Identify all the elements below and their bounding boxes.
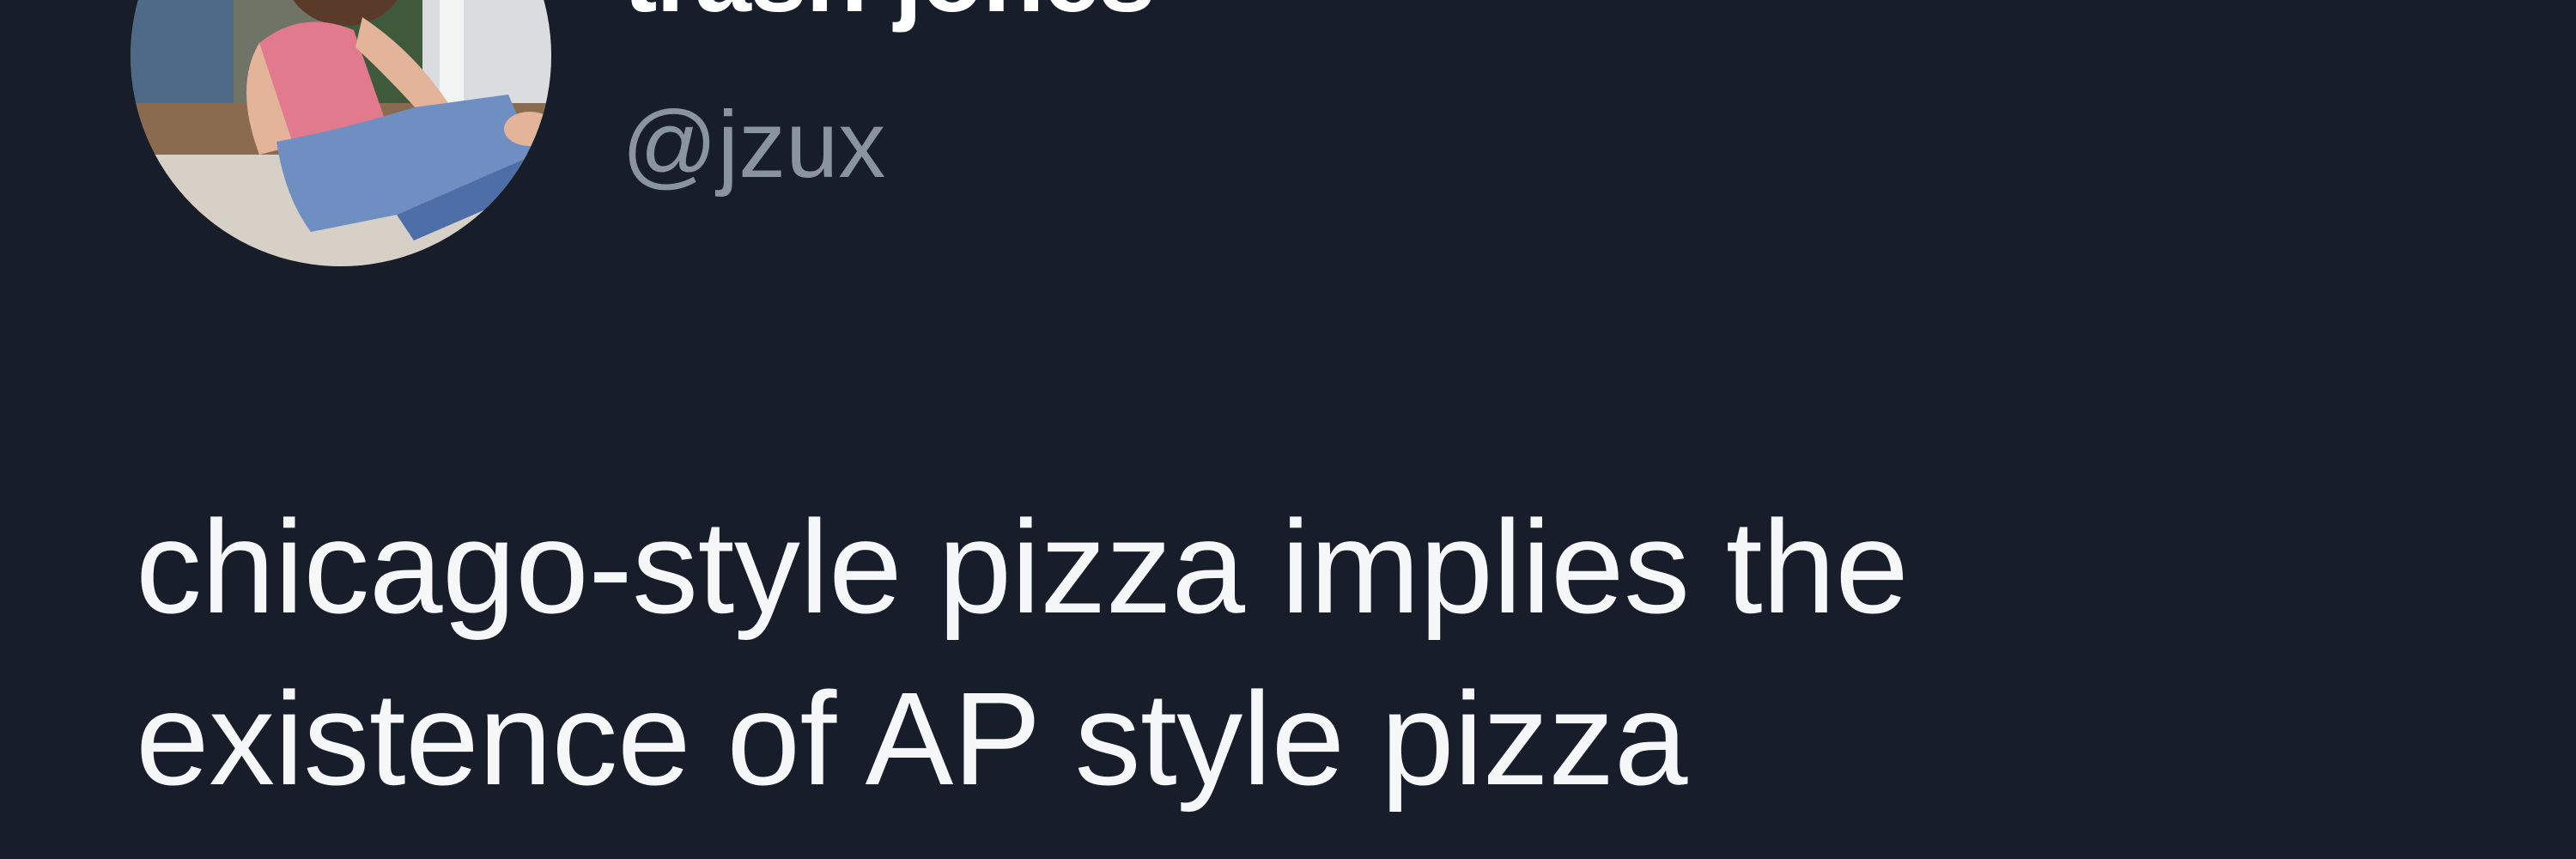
tweet-text: chicago-style pizza implies the existenc…: [136, 481, 2540, 825]
tweet-text-line: existence of AP style pizza: [136, 665, 1687, 813]
author-handle[interactable]: @jzux: [622, 98, 885, 192]
tweet-card: trash jones @jzux chicago-style pizza im…: [0, 0, 2576, 859]
tweet-text-line: chicago-style pizza implies the: [136, 493, 1909, 641]
avatar[interactable]: [131, 0, 551, 266]
author-display-name[interactable]: trash jones: [623, 0, 1156, 27]
avatar-photo: [131, 0, 551, 266]
